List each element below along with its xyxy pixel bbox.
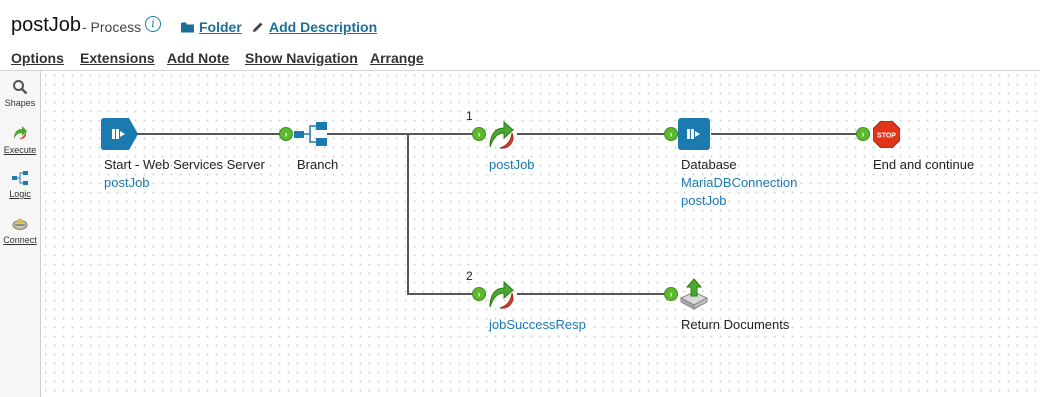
branch-number-2: 2 (466, 269, 473, 283)
connector-dot[interactable]: › (664, 127, 678, 141)
folder-label: Folder (199, 19, 242, 35)
connector-dot[interactable]: › (472, 287, 486, 301)
connection-line (517, 293, 664, 295)
connector-dot[interactable]: › (664, 287, 678, 301)
header-bar: postJob - Process i Folder Add Descripti… (0, 0, 1040, 71)
sidebar-label-logic: Logic (9, 189, 31, 199)
return-documents-label: Return Documents (681, 317, 790, 332)
sidebar-label-shapes: Shapes (4, 98, 36, 108)
map-shape-jobsuccessresp[interactable] (486, 277, 520, 311)
return-documents-shape[interactable] (679, 278, 709, 310)
database-label: Database MariaDBConnection postJob (681, 157, 798, 208)
sidebar-item-connect[interactable]: Connect (0, 216, 40, 245)
stop-shape[interactable]: STOP (873, 121, 900, 148)
menu-options[interactable]: Options (11, 50, 64, 66)
branch-shape[interactable] (294, 121, 328, 147)
menu-add-note[interactable]: Add Note (167, 50, 229, 66)
shapes-sidebar: Shapes Execute Logic Connect (0, 71, 41, 397)
start-shape[interactable] (101, 118, 139, 150)
connection-line (711, 133, 858, 135)
connect-icon (12, 218, 28, 230)
connection-line (407, 133, 409, 294)
sidebar-label-execute: Execute (3, 145, 37, 155)
folder-icon (181, 22, 194, 32)
branch-number-1: 1 (466, 109, 473, 123)
sidebar-item-execute[interactable]: Execute (0, 124, 40, 155)
connection-line (327, 133, 474, 135)
connection-line (407, 293, 474, 295)
connector-dot[interactable]: › (856, 127, 870, 141)
stop-label: End and continue (873, 157, 975, 172)
connector-dot[interactable]: › (279, 127, 293, 141)
start-label: Start - Web Services Server postJob (104, 157, 265, 190)
add-description-link[interactable]: Add Description (252, 19, 377, 35)
menu-extensions[interactable]: Extensions (80, 50, 155, 66)
page-subtitle: - Process (82, 19, 142, 35)
connector-dot[interactable]: › (472, 127, 486, 141)
map2-label: jobSuccessResp (489, 317, 586, 332)
connection-line (517, 133, 664, 135)
stop-icon-text: STOP (877, 133, 896, 140)
sidebar-item-logic[interactable]: Logic (0, 170, 40, 199)
page-title: postJob (11, 14, 82, 36)
menu-show-navigation[interactable]: Show Navigation (245, 50, 358, 66)
folder-link[interactable]: Folder (181, 19, 242, 35)
map-shape-postjob[interactable] (486, 117, 520, 151)
pencil-icon (253, 22, 263, 32)
add-description-label: Add Description (269, 19, 378, 35)
branch-label: Branch (297, 157, 339, 172)
logic-icon (12, 171, 28, 185)
menu-arrange[interactable]: Arrange (370, 50, 424, 66)
process-canvas[interactable]: Start - Web Services Server postJob › Br… (41, 71, 1040, 397)
info-icon[interactable]: i (145, 16, 161, 32)
execute-icon (14, 126, 27, 140)
database-shape[interactable] (678, 118, 710, 150)
sidebar-label-connect: Connect (3, 235, 37, 245)
sidebar-item-shapes[interactable]: Shapes (0, 79, 40, 108)
map1-label: postJob (489, 157, 535, 172)
search-icon (13, 80, 28, 95)
connection-line (137, 133, 284, 135)
